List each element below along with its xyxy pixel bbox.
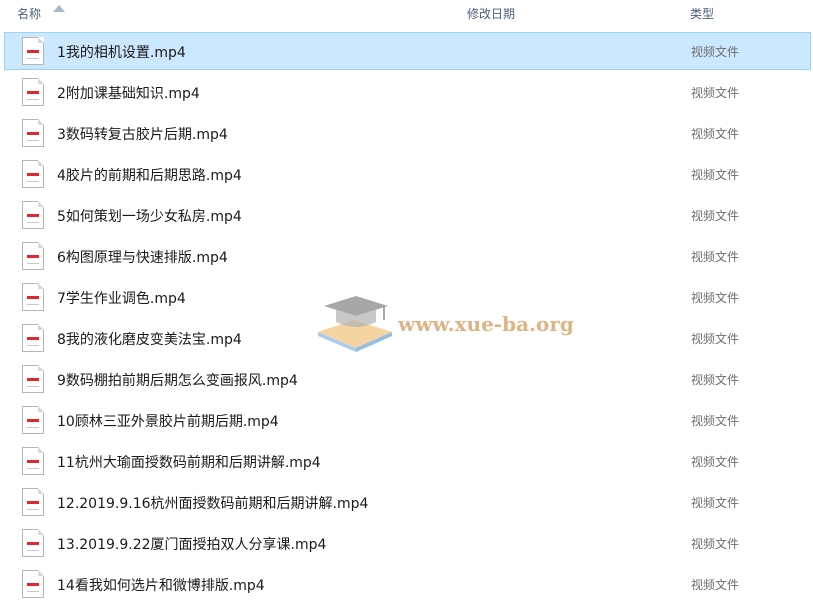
file-name: 5如何策划一场少女私房.mp4 (57, 209, 242, 225)
file-row[interactable]: 11杭州大瑜面授数码前期和后期讲解.mp4 视频文件 (4, 442, 811, 480)
video-file-icon (22, 365, 44, 393)
file-type: 视频文件 (691, 414, 740, 428)
file-type: 视频文件 (691, 86, 740, 100)
column-header-date-modified[interactable]: 修改日期 (467, 5, 515, 22)
file-row[interactable]: 1我的相机设置.mp4 视频文件 (4, 32, 811, 70)
file-name: 3数码转复古胶片后期.mp4 (57, 127, 228, 143)
video-file-icon (22, 283, 44, 311)
file-name: 1我的相机设置.mp4 (57, 45, 186, 61)
video-file-icon (22, 37, 44, 65)
file-name: 10顾林三亚外景胶片前期后期.mp4 (57, 414, 279, 430)
file-type: 视频文件 (691, 537, 740, 551)
file-row[interactable]: 13.2019.9.22厦门面授拍双人分享课.mp4 视频文件 (4, 524, 811, 562)
file-type: 视频文件 (691, 45, 740, 59)
file-row[interactable]: 8我的液化磨皮变美法宝.mp4 视频文件 (4, 319, 811, 357)
video-file-icon (22, 447, 44, 475)
file-type: 视频文件 (691, 578, 740, 592)
file-row[interactable]: 12.2019.9.16杭州面授数码前期和后期讲解.mp4 视频文件 (4, 483, 811, 521)
file-type: 视频文件 (691, 209, 740, 223)
file-name: 4胶片的前期和后期思路.mp4 (57, 168, 242, 184)
file-name: 2附加课基础知识.mp4 (57, 86, 200, 102)
file-row[interactable]: 9数码棚拍前期后期怎么变画报风.mp4 视频文件 (4, 360, 811, 398)
video-file-icon (22, 78, 44, 106)
file-name: 13.2019.9.22厦门面授拍双人分享课.mp4 (57, 537, 327, 553)
video-file-icon (22, 570, 44, 598)
file-name: 7学生作业调色.mp4 (57, 291, 186, 307)
file-name: 9数码棚拍前期后期怎么变画报风.mp4 (57, 373, 298, 389)
video-file-icon (22, 324, 44, 352)
sort-ascending-icon[interactable] (53, 5, 65, 12)
file-name: 11杭州大瑜面授数码前期和后期讲解.mp4 (57, 455, 321, 471)
file-row[interactable]: 10顾林三亚外景胶片前期后期.mp4 视频文件 (4, 401, 811, 439)
file-name: 12.2019.9.16杭州面授数码前期和后期讲解.mp4 (57, 496, 369, 512)
file-type: 视频文件 (691, 373, 740, 387)
file-row[interactable]: 4胶片的前期和后期思路.mp4 视频文件 (4, 155, 811, 193)
column-header-bar: 名称 修改日期 类型 (0, 0, 813, 28)
file-row[interactable]: 6构图原理与快速排版.mp4 视频文件 (4, 237, 811, 275)
column-header-name[interactable]: 名称 (17, 5, 41, 22)
video-file-icon (22, 201, 44, 229)
file-name: 6构图原理与快速排版.mp4 (57, 250, 228, 266)
video-file-icon (22, 242, 44, 270)
column-header-type[interactable]: 类型 (690, 5, 714, 22)
file-type: 视频文件 (691, 455, 740, 469)
video-file-icon (22, 529, 44, 557)
file-type: 视频文件 (691, 250, 740, 264)
file-row[interactable]: 14看我如何选片和微博排版.mp4 视频文件 (4, 565, 811, 603)
file-type: 视频文件 (691, 127, 740, 141)
file-row[interactable]: 5如何策划一场少女私房.mp4 视频文件 (4, 196, 811, 234)
video-file-icon (22, 119, 44, 147)
file-row[interactable]: 3数码转复古胶片后期.mp4 视频文件 (4, 114, 811, 152)
file-type: 视频文件 (691, 168, 740, 182)
file-row[interactable]: 2附加课基础知识.mp4 视频文件 (4, 73, 811, 111)
video-file-icon (22, 406, 44, 434)
file-type: 视频文件 (691, 291, 740, 305)
file-row[interactable]: 7学生作业调色.mp4 视频文件 (4, 278, 811, 316)
file-type: 视频文件 (691, 332, 740, 346)
video-file-icon (22, 160, 44, 188)
file-name: 8我的液化磨皮变美法宝.mp4 (57, 332, 242, 348)
file-name: 14看我如何选片和微博排版.mp4 (57, 578, 265, 594)
video-file-icon (22, 488, 44, 516)
file-type: 视频文件 (691, 496, 740, 510)
